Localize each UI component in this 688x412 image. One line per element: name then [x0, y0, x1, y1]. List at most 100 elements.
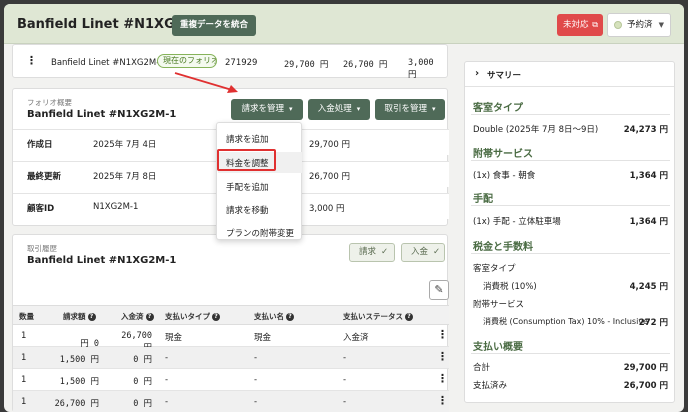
room-type-label: Double (2025年 7月 8日～9日) [473, 125, 599, 135]
table-row[interactable]: 1 0 円 26,700 円 現金 現金 入金済 ⋮ [13, 325, 449, 353]
column-header: 請求額? [63, 311, 96, 322]
chevron-right-icon: › [475, 68, 480, 79]
payment-processing-label: 入金処理 [317, 104, 352, 114]
manage-bills-dropdown: 請求を追加 料金を調整 手配を追加 請求を移動 プランの附帯変更 [216, 122, 302, 240]
chevron-down-icon: ▼ [658, 21, 664, 29]
cell-bill: 1,500 円 [59, 355, 99, 365]
help-icon[interactable]: ? [212, 313, 220, 321]
room-type-heading: 客室タイプ [473, 103, 523, 114]
divider [471, 160, 670, 161]
arrangements-heading: 手配 [473, 194, 493, 205]
chevron-down-icon: ▾ [432, 105, 436, 113]
cell-payment-status: - [343, 375, 347, 385]
menu-item-add-bill[interactable]: 請求を追加 [226, 133, 269, 145]
check-icon: ✓ [433, 247, 441, 257]
manage-transactions-label: 取引を管理 [384, 104, 427, 114]
summary-header[interactable]: › サマリー [465, 62, 674, 87]
check-icon: ✓ [381, 247, 389, 257]
table-row[interactable]: 1 26,700 円 0 円 - - - ⋮ [13, 391, 449, 412]
chevron-down-icon: ▾ [356, 105, 361, 113]
cell-qty: 1 [21, 331, 27, 341]
current-folio-tag: 現在のフォリオ [157, 54, 217, 68]
total-value: 29,700 円 [623, 363, 668, 373]
cell-payment-type: 現金 [165, 333, 183, 343]
reservation-status-select[interactable]: 予約済 ▼ [607, 13, 671, 37]
cell-bill: 26,700 円 [54, 399, 99, 409]
column-header: 支払いステータス? [343, 311, 413, 322]
help-icon[interactable]: ? [405, 313, 413, 321]
tax-room-tax-value: 4,245 円 [629, 282, 668, 292]
row-menu-icon[interactable]: ⋮ [437, 394, 448, 407]
tax-room-label: 客室タイプ [473, 264, 516, 274]
table-header: 数量 請求額? 入金済? 支払いタイプ? 支払い名? 支払いステータス? [13, 305, 449, 325]
column-header-label: 請求額 [63, 312, 86, 321]
table-row[interactable]: 1 1,500 円 0 円 - - - ⋮ [13, 347, 449, 369]
merge-duplicates-button[interactable]: 重複データを統合 [172, 15, 257, 36]
info-amount: 26,700 円 [309, 172, 350, 182]
chevron-down-icon: ▾ [289, 105, 293, 113]
column-header: 支払いタイプ? [165, 311, 220, 322]
total-label: 合計 [473, 363, 491, 373]
manage-transactions-button[interactable]: 取引を管理 ▾ [375, 99, 445, 120]
unpaid-badge-button[interactable]: 未対応 ⧉ [557, 14, 603, 36]
summary-panel: › サマリー 客室タイプ Double (2025年 7月 8日～9日) 24,… [464, 61, 675, 403]
cell-paid: 0 円 [133, 377, 152, 387]
filter-bill-button[interactable]: 請求 ✓ [349, 243, 395, 262]
column-header-label: 支払いステータス [343, 312, 403, 321]
cell-payment-name: 現金 [254, 333, 272, 343]
app-window: Banfield Linet #N1XG2M-1 重複データを統合 未対応 ⧉ 予… [4, 4, 684, 412]
help-icon[interactable]: ? [145, 313, 154, 321]
page-header: Banfield Linet #N1XG2M-1 重複データを統合 未対応 ⧉ 予… [4, 4, 684, 44]
divider [471, 253, 670, 254]
cell-payment-type: - [165, 375, 169, 385]
folio-overview-label: フォリオ概要 [27, 98, 72, 107]
row-menu-icon[interactable]: ⋮ [437, 372, 448, 385]
payment-summary-heading: 支払い概要 [473, 342, 523, 353]
tax-room-tax-label: 消費税 (10%) [483, 282, 537, 292]
divider [471, 205, 670, 206]
help-icon[interactable]: ? [87, 313, 96, 321]
filter-payment-button[interactable]: 入金 ✓ [401, 243, 445, 262]
payment-processing-button[interactable]: 入金処理 ▾ [308, 99, 370, 120]
column-header: 数量 [19, 312, 34, 321]
cell-payment-name: - [254, 375, 258, 385]
row-menu-icon[interactable]: ⋮ [26, 54, 37, 67]
info-value: 2025年 7月 4日 [93, 140, 157, 150]
info-label: 作成日 [27, 140, 53, 150]
cell-payment-status: 入金済 [343, 333, 369, 343]
tax-service-tax-value: 272 円 [638, 318, 668, 328]
manage-bills-button[interactable]: 請求を管理 ▾ [231, 99, 303, 120]
column-header-label: 支払いタイプ [165, 312, 210, 321]
manage-bills-label: 請求を管理 [241, 104, 284, 114]
service-item-value: 1,364 円 [629, 171, 668, 181]
folio-row-amount-total: 29,700 円 [284, 60, 329, 70]
row-menu-icon[interactable]: ⋮ [437, 328, 448, 341]
column-header-label: 支払い名 [254, 312, 284, 321]
menu-item-move-bill[interactable]: 請求を移動 [226, 204, 269, 216]
filter-payment-label: 入金 [411, 247, 429, 257]
paid-value: 26,700 円 [623, 381, 668, 391]
transaction-history-card: 取引履歴 Banfield Linet #N1XG2M-1 請求 ✓ 入金 ✓ ✎ … [12, 234, 449, 412]
tax-service-label: 附帯サービス [473, 300, 525, 310]
status-select-value: 予約済 [627, 20, 653, 30]
arrangement-item-value: 1,364 円 [629, 217, 668, 227]
help-icon[interactable]: ? [286, 313, 294, 321]
divider [471, 114, 670, 115]
folio-row-id: 271929 [225, 58, 258, 68]
menu-item-change-plan-addon[interactable]: プランの附帯変更 [226, 227, 294, 239]
info-label: 顧客ID [27, 204, 55, 214]
service-item-label: (1x) 食事 - 朝食 [473, 171, 536, 181]
table-row[interactable]: 1 1,500 円 0 円 - - - ⋮ [13, 369, 449, 391]
unpaid-label: 未対応 [563, 20, 589, 30]
summary-title: サマリー [487, 71, 522, 81]
cell-qty: 1 [21, 375, 27, 385]
services-heading: 附帯サービス [473, 149, 533, 160]
menu-item-add-arrangement[interactable]: 手配を追加 [226, 181, 269, 193]
cell-bill: 1,500 円 [59, 377, 99, 387]
column-header: 入金済? [121, 311, 154, 322]
folio-overview-title: Banfield Linet #N1XG2M-1 [27, 109, 177, 120]
row-menu-icon[interactable]: ⋮ [437, 350, 448, 363]
arrangement-item-label: (1x) 手配 - 立体駐車場 [473, 217, 561, 227]
cell-qty: 1 [21, 397, 27, 407]
edit-pencil-icon[interactable]: ✎ [429, 280, 449, 300]
